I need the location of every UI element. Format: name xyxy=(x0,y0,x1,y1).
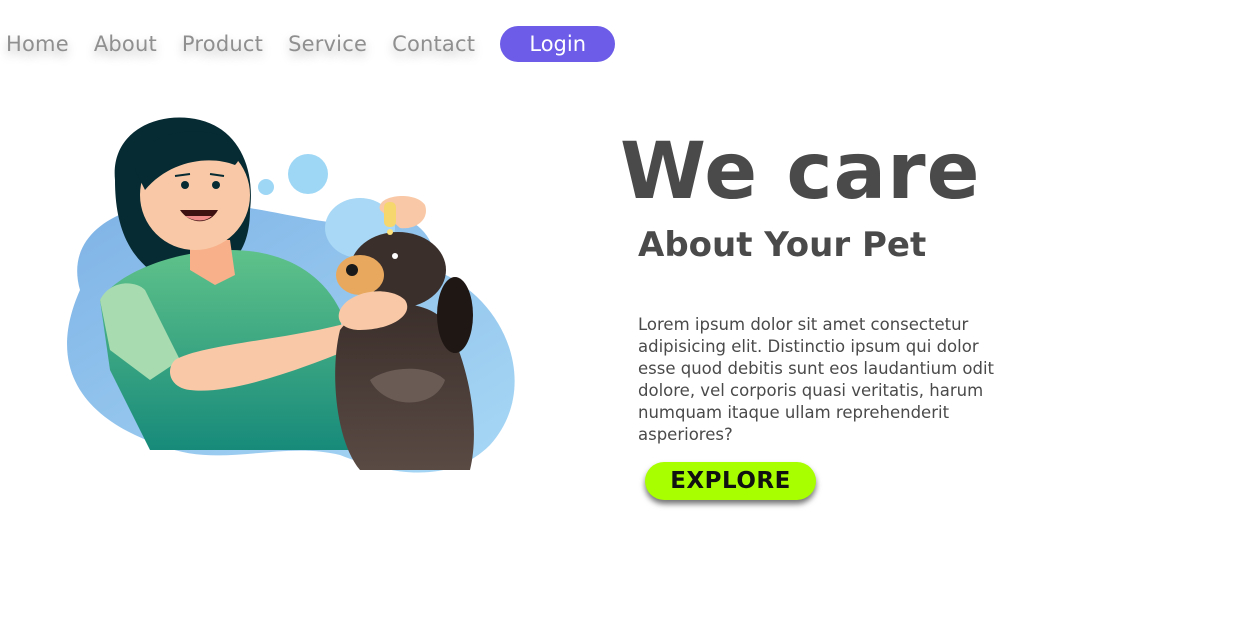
login-button[interactable]: Login xyxy=(500,26,616,62)
hero-subtitle: About Your Pet xyxy=(638,225,927,265)
landing-page: Home About Product Service Contact Login xyxy=(0,0,1251,633)
nav-link-service[interactable]: Service xyxy=(288,32,367,56)
nav-link-contact[interactable]: Contact xyxy=(392,32,475,56)
nav-link-product[interactable]: Product xyxy=(182,32,263,56)
woman-caring-dog-illustration xyxy=(40,110,540,490)
hero-description: Lorem ipsum dolor sit amet consectetur a… xyxy=(638,315,995,444)
nav-link-about[interactable]: About xyxy=(94,32,157,56)
hero-title: We care xyxy=(620,127,981,217)
top-navigation: Home About Product Service Contact Login xyxy=(6,24,616,64)
explore-button[interactable]: EXPLORE xyxy=(645,462,816,500)
nav-link-home[interactable]: Home xyxy=(6,32,69,56)
